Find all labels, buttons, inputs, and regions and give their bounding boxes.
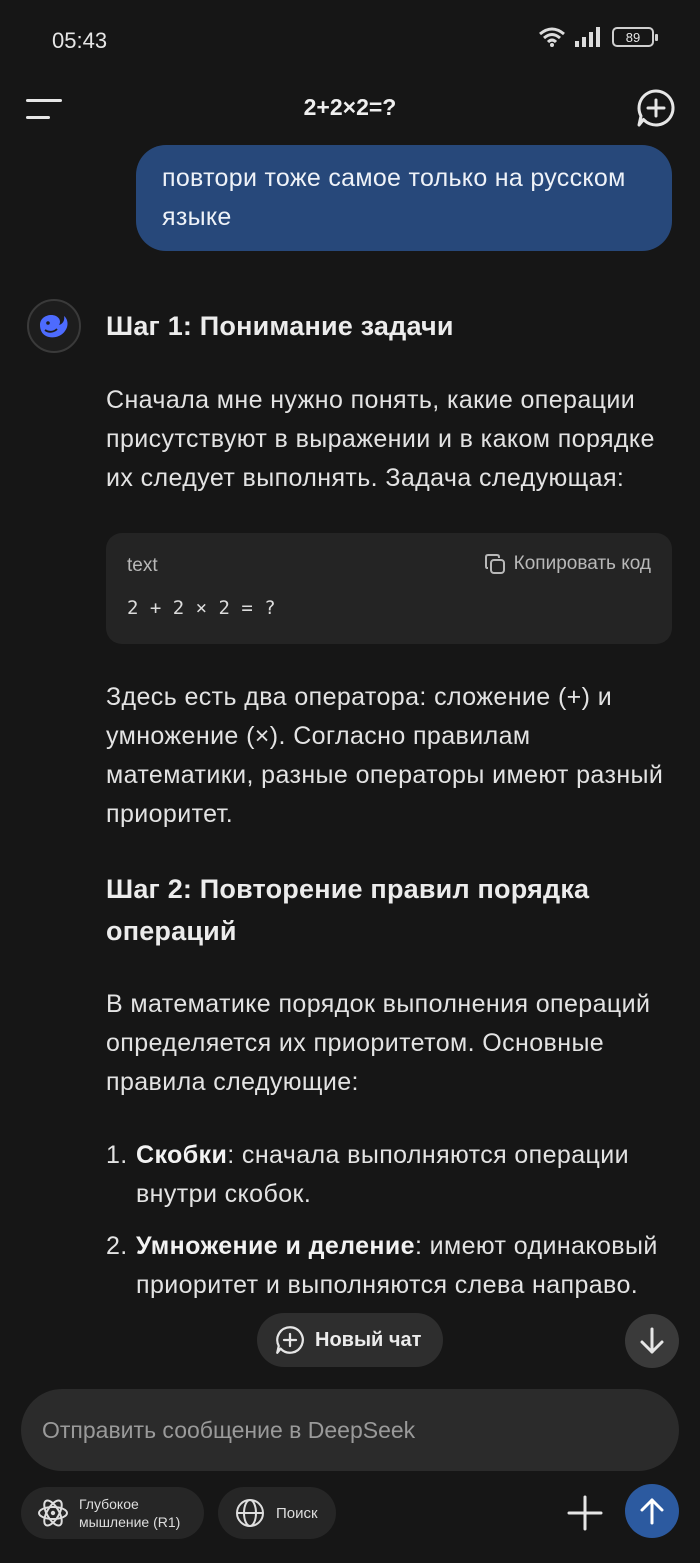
code-content: 2 + 2 × 2 = ?: [127, 597, 276, 619]
list-item: 1. Скобки: сначала выполняются операции в…: [106, 1136, 676, 1214]
send-button[interactable]: [625, 1484, 679, 1538]
operators-paragraph: Здесь есть два оператора: сложение (+) и…: [106, 683, 664, 828]
status-time: 05:43: [52, 28, 108, 53]
battery-level: 89: [625, 29, 641, 45]
wifi-icon: [539, 27, 565, 47]
deep-think-toggle[interactable]: Глубокое мышление (R1): [21, 1487, 204, 1539]
atom-icon: [38, 1499, 68, 1527]
new-chat-label: Новый чат: [315, 1328, 422, 1351]
copy-code-label: Копировать код: [513, 553, 651, 574]
new-chat-icon[interactable]: [636, 88, 676, 128]
code-block: text Копировать код 2 + 2 × 2 = ?: [106, 533, 672, 644]
rules-list: 1. Скобки: сначала выполняются операции в…: [106, 1136, 676, 1305]
signal-icon: [575, 27, 600, 47]
step1-paragraph: Сначала мне нужно понять, какие операции…: [106, 386, 655, 492]
search-label: Поиск: [276, 1504, 318, 1522]
battery-icon: 89: [612, 27, 658, 47]
chat-header: 2+2×2=?: [0, 80, 700, 140]
plus-icon: [567, 1495, 603, 1531]
list-item: 2. Умножение и деление: имеют одинаковый …: [106, 1227, 676, 1305]
deepseek-avatar: [27, 299, 81, 353]
list-number: 1.: [106, 1141, 128, 1169]
step1-heading: Шаг 1: Понимание задачи: [106, 311, 454, 341]
new-chat-icon: [276, 1326, 304, 1354]
message-input[interactable]: [21, 1389, 679, 1471]
list-number: 2.: [106, 1232, 128, 1260]
rules-intro-paragraph: В математике порядок выполнения операций…: [106, 990, 651, 1096]
new-chat-button[interactable]: Новый чат: [257, 1313, 443, 1367]
status-bar: 05:43 89: [0, 0, 700, 80]
deepseek-whale-icon: [40, 315, 68, 338]
globe-icon: [236, 1499, 264, 1527]
copy-code-button[interactable]: Копировать код: [484, 553, 651, 575]
rule-title: Умножение и деление: [136, 1232, 415, 1260]
rule-title: Скобки: [136, 1141, 228, 1169]
search-toggle[interactable]: Поиск: [218, 1487, 336, 1539]
arrow-down-icon: [640, 1327, 664, 1354]
code-language-label: text: [127, 555, 158, 576]
deep-think-label: Глубокое мышление (R1): [79, 1496, 181, 1530]
chat-title: 2+2×2=?: [303, 94, 397, 120]
step2-heading: Шаг 2: Повторение правил порядка операци…: [106, 874, 590, 946]
arrow-up-icon: [640, 1498, 664, 1525]
scroll-to-bottom-button[interactable]: [625, 1314, 679, 1368]
copy-icon: [484, 554, 505, 574]
user-message-bubble: повтори тоже самое только на русском язы…: [136, 145, 672, 251]
assistant-answer: Шаг 1: Понимание задачи Сначала мне нужн…: [106, 300, 676, 1318]
attach-button[interactable]: [564, 1492, 606, 1534]
status-icons: 89: [538, 26, 658, 48]
